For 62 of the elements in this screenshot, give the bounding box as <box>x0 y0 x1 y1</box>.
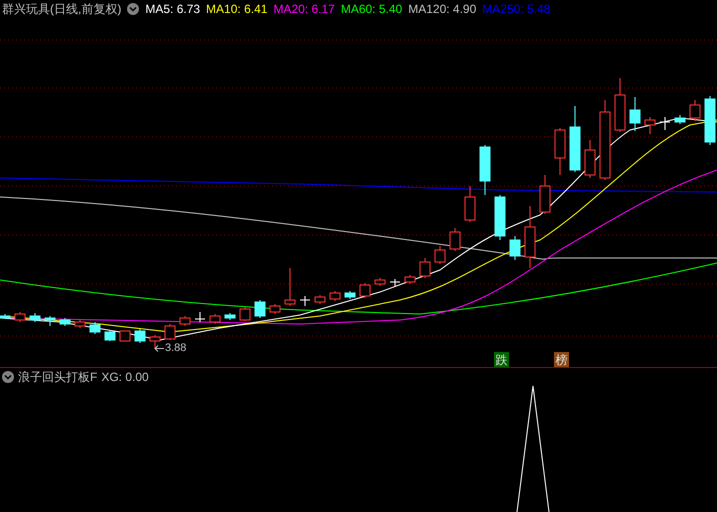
candlestick <box>540 174 550 214</box>
left-arrow-icon <box>154 345 164 352</box>
candlestick <box>404 274 416 284</box>
candlestick <box>644 116 656 134</box>
candlestick <box>90 322 100 334</box>
candlestick <box>254 300 266 318</box>
stock-title: 群兴玩具(日线,前复权) <box>2 3 122 15</box>
moving-average-reading: MA10: 6.41 <box>206 3 268 15</box>
candlestick <box>180 316 190 326</box>
candlestick <box>134 328 146 344</box>
candlestick <box>14 312 26 322</box>
candlestick <box>194 312 206 322</box>
candlestick <box>704 96 716 146</box>
candlestick <box>210 314 220 324</box>
candlestick <box>480 144 490 196</box>
candlestick <box>224 312 236 320</box>
candlestick <box>240 306 250 322</box>
candlestick <box>164 324 176 340</box>
candlestick <box>330 290 340 302</box>
candlestick <box>510 236 520 260</box>
candlestick <box>270 304 280 314</box>
indicator-title: 浪子回头打板F <box>18 370 98 382</box>
candlestick <box>284 268 296 306</box>
candlestick <box>494 194 506 240</box>
moving-average-reading: MA250: 5.48 <box>482 3 550 15</box>
candlestick <box>584 140 596 178</box>
candlestick <box>390 278 400 286</box>
candlestick <box>614 78 626 132</box>
candlestick <box>74 320 86 328</box>
candlestick <box>150 334 160 348</box>
candlestick <box>554 128 566 176</box>
candlestick <box>630 96 640 132</box>
collapse-icon[interactable] <box>2 370 14 382</box>
candlestick <box>344 290 356 300</box>
candlestick <box>60 318 70 326</box>
candlestick <box>300 296 310 306</box>
candlestick <box>674 114 686 124</box>
candlestick <box>464 186 476 222</box>
moving-average-reading: MA120: 4.90 <box>408 3 476 15</box>
candlestick <box>570 106 580 172</box>
candlestick <box>450 228 460 252</box>
candlestick <box>104 330 116 342</box>
rank-badge[interactable]: 榜 <box>554 352 569 367</box>
candlestick <box>660 116 670 130</box>
candlestick <box>690 100 700 122</box>
candlestick <box>314 294 326 304</box>
moving-average-reading: MA5: 6.73 <box>145 3 200 15</box>
candlestick <box>44 316 56 326</box>
candlestick <box>420 258 430 278</box>
candlestick <box>0 314 10 320</box>
candlestick <box>360 282 370 298</box>
rank-badge[interactable]: 跌 <box>494 352 509 367</box>
candlestick <box>374 278 386 286</box>
candlestick <box>30 312 40 322</box>
moving-average-reading: MA20: 6.17 <box>273 3 335 15</box>
moving-average-reading: MA60: 5.40 <box>340 3 402 15</box>
indicator-reading: XG: 0.00 <box>101 370 149 382</box>
low-price-label: 3.88 <box>165 343 186 354</box>
candlestick <box>524 206 536 268</box>
candlestick <box>434 246 446 264</box>
collapse-icon[interactable] <box>127 3 140 15</box>
candlestick <box>120 330 130 342</box>
